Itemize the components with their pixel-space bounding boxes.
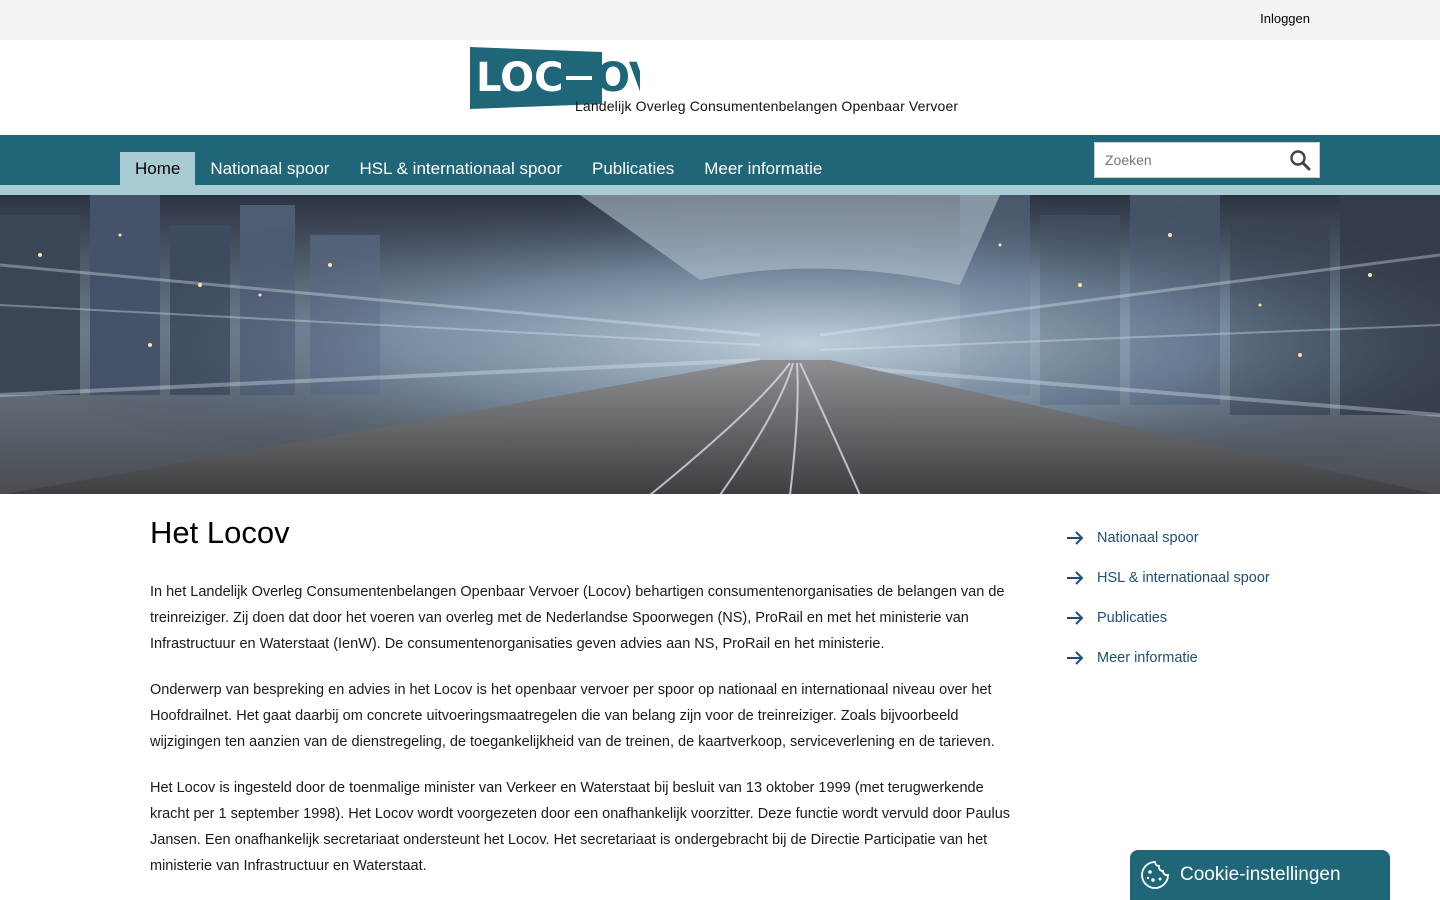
site-header: LOC OV Landelijk Overleg Consumentenbela… [0,40,1440,135]
cookie-settings-label: Cookie-instellingen [1180,864,1341,885]
sidebar-link-hsl-internationaal-spoor[interactable]: HSL & internationaal spoor [1066,558,1270,598]
nav-accent-strip [0,185,1440,195]
arrow-right-icon [1067,611,1084,625]
hero-image [0,195,1440,494]
arrow-right-icon [1067,571,1084,585]
search-button[interactable] [1289,149,1313,171]
sidebar-link-label: HSL & internationaal spoor [1097,570,1270,586]
search-box [1094,142,1320,178]
nav-item-nationaal-spoor[interactable]: Nationaal spoor [195,152,344,185]
locov-logo[interactable]: LOC OV Landelijk Overleg Consumentenbela… [470,47,970,119]
nav-item-publicaties[interactable]: Publicaties [577,152,689,185]
sidebar-link-label: Nationaal spoor [1097,530,1199,546]
scope-paragraph: Onderwerp van bespreking en advies in he… [150,682,995,750]
history-paragraph: Het Locov is ingesteld door de toenmalig… [150,780,1011,874]
cookie-icon [1141,861,1169,889]
sidebar-link-publicaties[interactable]: Publicaties [1066,598,1270,638]
nav-item-home[interactable]: Home [120,152,196,185]
search-input[interactable] [1095,143,1281,177]
sidebar-links: Nationaal spoor HSL & internationaal spo… [1066,518,1270,678]
arrow-right-icon [1067,531,1084,545]
main-navigation: Home Nationaal spoor HSL & internationaa… [0,135,1440,185]
nav-item-hsl-internationaal-spoor[interactable]: HSL & internationaal spoor [344,152,577,185]
intro-paragraph: In het Landelijk Overleg Consumentenbela… [150,584,1005,652]
nav-item-meer-informatie[interactable]: Meer informatie [689,152,837,185]
sidebar-link-nationaal-spoor[interactable]: Nationaal spoor [1066,518,1270,558]
top-utility-bar: Inloggen [0,0,1440,40]
sidebar-link-label: Publicaties [1097,610,1168,626]
nav-menu: Home Nationaal spoor HSL & internationaa… [120,152,837,185]
svg-text:LOC: LOC [476,55,563,101]
login-link[interactable]: Inloggen [1260,11,1310,26]
arrow-right-icon [1067,651,1084,665]
sidebar-link-meer-informatie[interactable]: Meer informatie [1066,638,1270,678]
svg-text:OV: OV [596,55,640,101]
sidebar-link-label: Meer informatie [1097,650,1198,666]
main-content: Het Locov In het Landelijk Overleg Consu… [150,515,1010,899]
search-icon [1290,150,1311,171]
cookie-settings-button[interactable]: Cookie-instellingen [1130,850,1390,900]
page-title: Het Locov [150,515,290,550]
logo-subtitle: Landelijk Overleg Consumentenbelangen Op… [575,98,959,114]
